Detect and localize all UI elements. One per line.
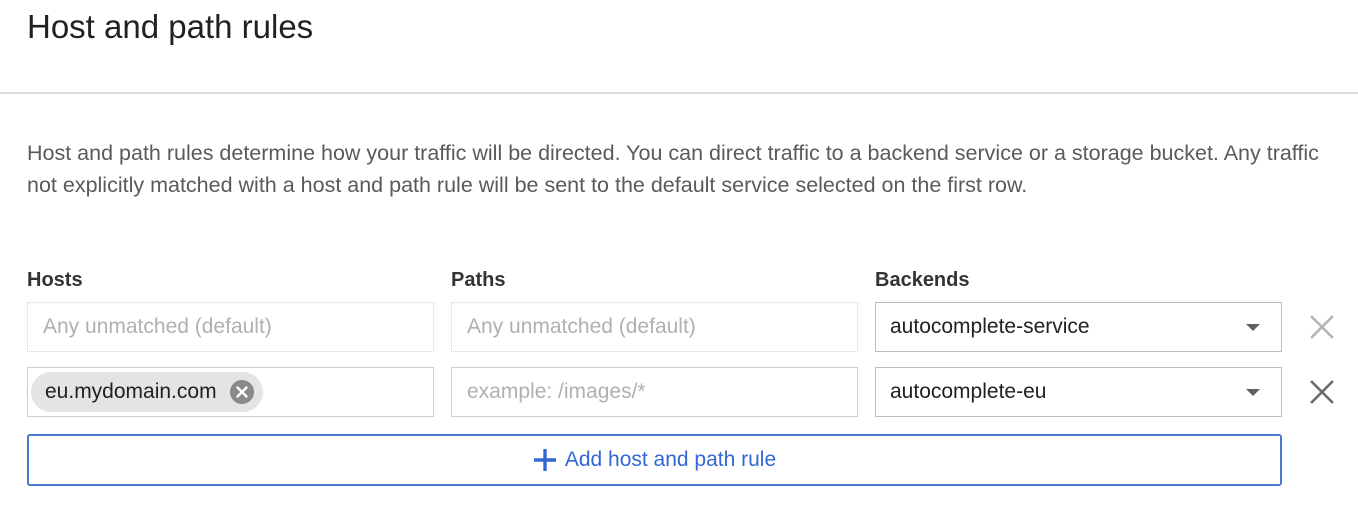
default-backend-select[interactable]: autocomplete-service	[875, 302, 1282, 352]
page-description: Host and path rules determine how your t…	[27, 141, 1319, 197]
paths-column-header: Paths	[451, 269, 506, 291]
title-divider	[0, 92, 1358, 94]
dropdown-arrow-icon	[1246, 389, 1260, 396]
host-chip: eu.mydomain.com	[31, 372, 263, 412]
default-backend-value: autocomplete-service	[890, 315, 1090, 338]
chip-remove-icon[interactable]	[229, 379, 255, 405]
host-input[interactable]: eu.mydomain.com	[27, 367, 434, 417]
close-icon	[1309, 379, 1335, 405]
backends-column-header: Backends	[875, 269, 970, 291]
default-host-field: Any unmatched (default)	[27, 302, 434, 352]
default-path-field: Any unmatched (default)	[451, 302, 858, 352]
close-icon	[1309, 314, 1335, 340]
path-input[interactable]: example: /images/*	[451, 367, 858, 417]
add-host-path-rule-label: Add host and path rule	[564, 448, 777, 471]
default-path-placeholder: Any unmatched (default)	[467, 315, 696, 338]
hosts-column-header: Hosts	[27, 269, 83, 291]
backend-select[interactable]: autocomplete-eu	[875, 367, 1282, 417]
dropdown-arrow-icon	[1246, 324, 1260, 331]
host-chip-label: eu.mydomain.com	[45, 380, 217, 403]
default-host-placeholder: Any unmatched (default)	[43, 315, 272, 338]
add-host-path-rule-button[interactable]: Add host and path rule	[27, 434, 1282, 486]
plus-icon	[533, 448, 557, 472]
page-title: Host and path rules	[27, 8, 314, 45]
remove-rule-button[interactable]	[1303, 367, 1341, 417]
remove-default-rule-button[interactable]	[1303, 302, 1341, 352]
backend-value: autocomplete-eu	[890, 380, 1047, 403]
path-input-placeholder: example: /images/*	[467, 380, 646, 403]
